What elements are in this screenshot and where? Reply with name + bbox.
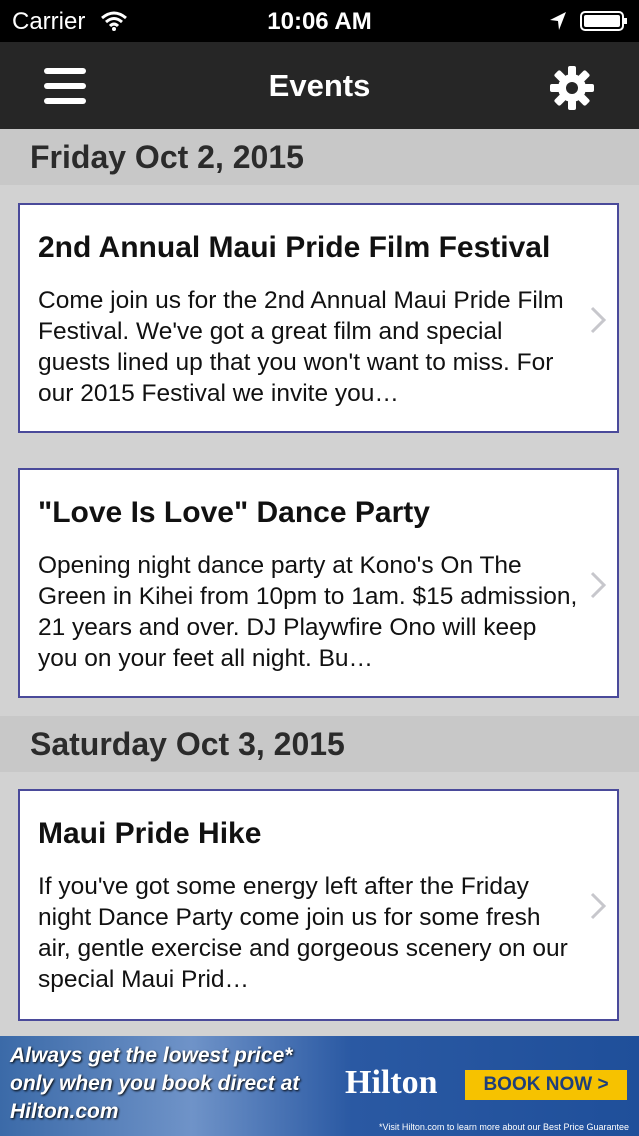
ad-brand-logo: Hilton	[345, 1064, 438, 1101]
ad-fine-print: *Visit Hilton.com to learn more about ou…	[379, 1122, 629, 1132]
chevron-right-icon	[590, 892, 607, 920]
battery-icon	[580, 11, 627, 31]
chevron-right-icon	[590, 306, 607, 334]
ad-headline: Always get the lowest price* only when y…	[10, 1044, 300, 1123]
event-description: Come join us for the 2nd Annual Maui Pri…	[38, 287, 564, 407]
event-description: If you've got some energy left after the…	[38, 873, 568, 993]
section-date: Friday Oct 2, 2015	[30, 139, 304, 175]
section-date: Saturday Oct 3, 2015	[30, 726, 345, 762]
chevron-right-icon	[590, 571, 607, 599]
nav-bar: Events	[0, 42, 639, 129]
event-card-pride-hike[interactable]: Maui Pride Hike If you've got some energ…	[18, 789, 619, 1021]
section-header-saturday: Saturday Oct 3, 2015	[0, 716, 639, 772]
location-arrow-icon	[550, 12, 566, 30]
event-card-film-festival[interactable]: 2nd Annual Maui Pride Film Festival Come…	[18, 203, 619, 433]
event-title: Maui Pride Hike	[38, 817, 262, 850]
status-bar: Carrier 10:06 AM	[0, 0, 639, 42]
section-header-friday: Friday Oct 2, 2015	[0, 129, 639, 185]
status-time: 10:06 AM	[267, 8, 372, 35]
event-title: 2nd Annual Maui Pride Film Festival	[38, 231, 551, 264]
ad-banner[interactable]: Always get the lowest price* only when y…	[0, 1036, 639, 1136]
page-title: Events	[268, 68, 371, 103]
event-description: Opening night dance party at Kono's On T…	[38, 552, 578, 672]
gear-icon[interactable]	[548, 64, 596, 112]
event-title: "Love Is Love" Dance Party	[38, 496, 430, 529]
ad-book-now-button[interactable]: BOOK NOW >	[465, 1070, 627, 1100]
event-card-dance-party[interactable]: "Love Is Love" Dance Party Opening night…	[18, 468, 619, 698]
